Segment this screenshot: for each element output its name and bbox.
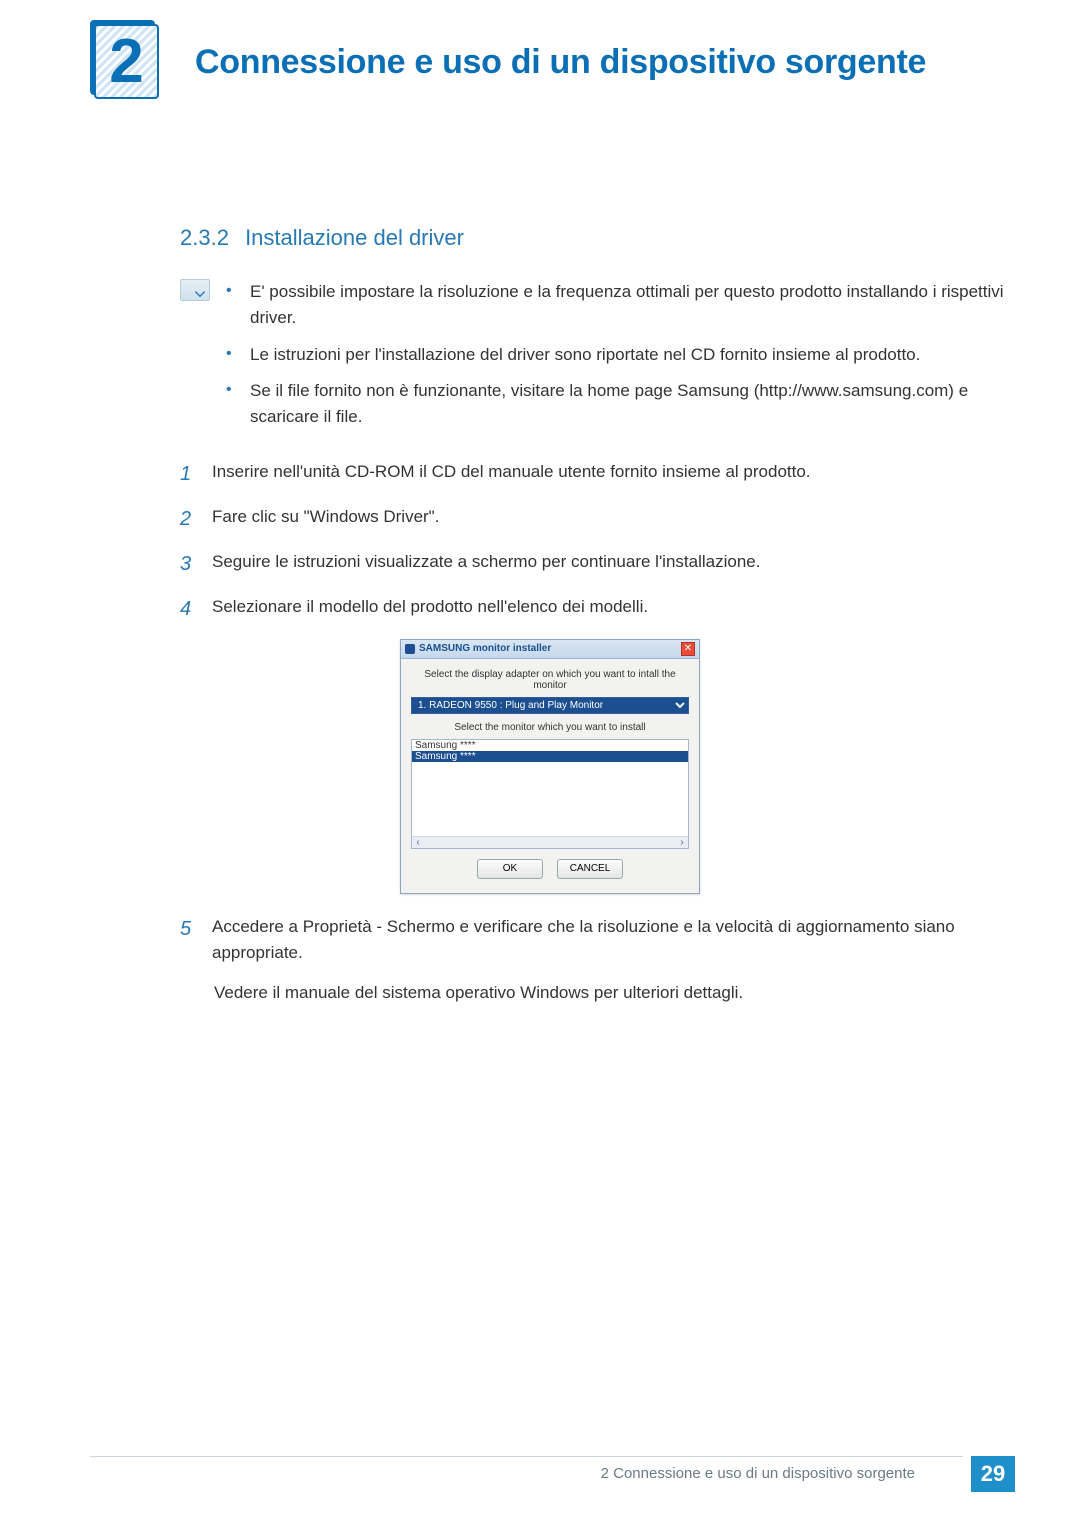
section-title: Installazione del driver [245,225,464,250]
steps-list: 1 Inserire nell'unità CD-ROM il CD del m… [180,459,1010,625]
step-text: Accedere a Proprietà - Schermo e verific… [212,914,1010,967]
list-item[interactable]: Samsung **** [412,740,688,751]
step-item: 5 Accedere a Proprietà - Schermo e verif… [180,914,1010,967]
dialog-title: SAMSUNG monitor installer [419,643,551,654]
chapter-badge: 2 [90,20,165,105]
chapter-number: 2 [109,31,143,93]
adapter-label: Select the display adapter on which you … [411,669,689,691]
ok-button[interactable]: OK [477,859,543,879]
step-text: Inserire nell'unità CD-ROM il CD del man… [212,459,1010,490]
step-number: 2 [180,504,194,535]
note-icon [180,279,210,301]
note-block: E' possibile impostare la risoluzione e … [180,279,1010,441]
page-number: 29 [971,1456,1015,1492]
note-item: E' possibile impostare la risoluzione e … [226,279,1010,332]
scroll-left-icon[interactable]: ‹ [412,837,424,848]
footer-chapter-text: 2 Connessione e uso di un dispositivo so… [601,1465,915,1482]
step-item: 3 Seguire le istruzioni visualizzate a s… [180,549,1010,580]
scroll-right-icon[interactable]: › [676,837,688,848]
step-number: 4 [180,594,194,625]
step-item: 2 Fare clic su "Windows Driver". [180,504,1010,535]
chapter-header: 2 Connessione e uso di un dispositivo so… [90,20,1010,105]
section-heading: 2.3.2 Installazione del driver [180,225,1010,251]
chapter-title: Connessione e uso di un dispositivo sorg… [195,43,926,82]
monitor-label: Select the monitor which you want to ins… [411,722,689,733]
section-number: 2.3.2 [180,225,229,250]
step-text: Seguire le istruzioni visualizzate a sch… [212,549,1010,580]
step-number: 3 [180,549,194,580]
installer-dialog: SAMSUNG monitor installer ✕ Select the d… [400,639,700,894]
horizontal-scrollbar[interactable]: ‹ › [412,836,688,848]
note-item: Le istruzioni per l'installazione del dr… [226,342,1010,368]
note-item: Se il file fornito non è funzionante, vi… [226,378,1010,431]
adapter-select[interactable]: 1. RADEON 9550 : Plug and Play Monitor [411,697,689,714]
list-item-selected[interactable]: Samsung **** [412,751,688,762]
step-number: 5 [180,914,194,967]
step-item: 4 Selezionare il modello del prodotto ne… [180,594,1010,625]
app-icon [405,644,415,654]
step-item: 1 Inserire nell'unità CD-ROM il CD del m… [180,459,1010,490]
step-extra-text: Vedere il manuale del sistema operativo … [214,980,1010,1006]
step-text: Fare clic su "Windows Driver". [212,504,1010,535]
close-icon[interactable]: ✕ [681,642,695,656]
page-footer: 2 Connessione e uso di un dispositivo so… [90,1456,1015,1492]
steps-list-cont: 5 Accedere a Proprietà - Schermo e verif… [180,914,1010,967]
note-list: E' possibile impostare la risoluzione e … [226,279,1010,441]
step-text: Selezionare il modello del prodotto nell… [212,594,1010,625]
monitor-listbox[interactable]: Samsung **** Samsung **** ‹ › [411,739,689,849]
dialog-titlebar: SAMSUNG monitor installer ✕ [401,640,699,659]
step-number: 1 [180,459,194,490]
cancel-button[interactable]: CANCEL [557,859,623,879]
